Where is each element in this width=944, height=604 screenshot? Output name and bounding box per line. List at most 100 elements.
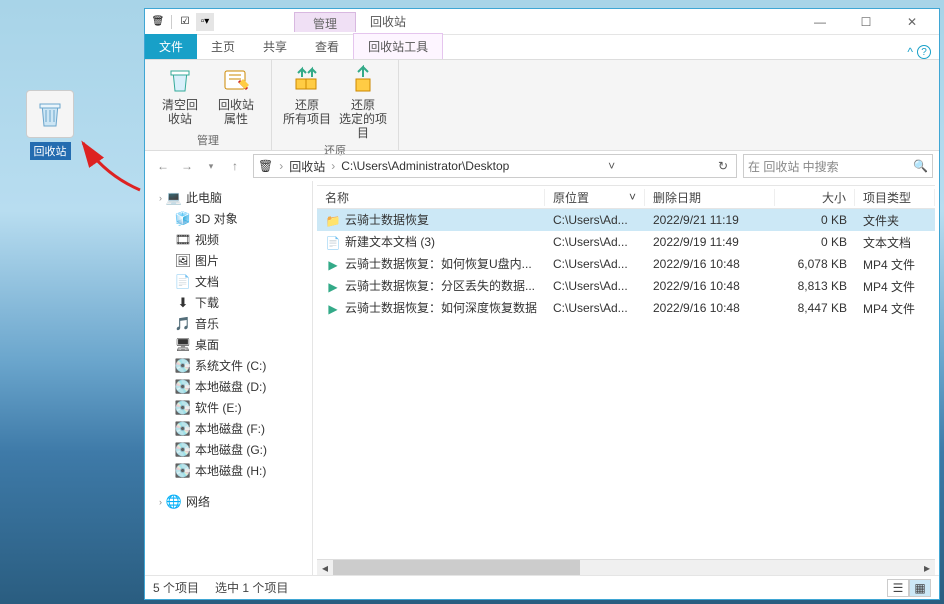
tree-node[interactable]: 🖼图片 bbox=[145, 250, 312, 271]
tree-node-label: 视频 bbox=[195, 231, 219, 248]
tree-node[interactable]: 🎞视频 bbox=[145, 229, 312, 250]
tree-node-icon: 🖥 bbox=[175, 337, 191, 353]
minimize-button[interactable]: — bbox=[797, 11, 843, 33]
refresh-button[interactable]: ↻ bbox=[714, 159, 732, 173]
table-row[interactable]: ▶云骑士数据恢复：如何深度恢复数据C:\Users\Ad...2022/9/16… bbox=[317, 297, 935, 319]
tree-node[interactable]: 📄文档 bbox=[145, 271, 312, 292]
tree-node[interactable]: ›🌐网络 bbox=[145, 491, 312, 512]
restore-all-icon bbox=[291, 64, 323, 96]
ribbon-collapse[interactable]: ^ ? bbox=[907, 45, 931, 59]
nav-tree[interactable]: ›💻此电脑🧊3D 对象🎞视频🖼图片📄文档⬇下载🎵音乐🖥桌面💽系统文件 (C:)💽… bbox=[145, 181, 313, 575]
window-title: 回收站 bbox=[370, 13, 406, 30]
col-name[interactable]: 名称 bbox=[317, 189, 545, 206]
table-row[interactable]: 📄新建文本文档 (3)C:\Users\Ad...2022/9/19 11:49… bbox=[317, 231, 935, 253]
tree-node-label: 3D 对象 bbox=[195, 210, 238, 227]
tree-node[interactable]: 🎵音乐 bbox=[145, 313, 312, 334]
tree-node-icon: 💽 bbox=[175, 421, 191, 437]
table-row[interactable]: ▶云骑士数据恢复：如何恢复U盘内...C:\Users\Ad...2022/9/… bbox=[317, 253, 935, 275]
ribbon-body: 清空回 收站 回收站 属性 管理 还原 所有项目 还原 选定的项目 bbox=[145, 59, 939, 151]
breadcrumb[interactable]: C:\Users\Administrator\Desktop bbox=[341, 159, 509, 173]
tree-node-icon: 🎞 bbox=[175, 232, 191, 248]
contextual-tab-header: 管理 bbox=[294, 12, 356, 32]
tree-node[interactable]: 💽本地磁盘 (G:) bbox=[145, 439, 312, 460]
desktop-recycle-bin[interactable]: 回收站 bbox=[20, 90, 80, 160]
close-button[interactable]: ✕ bbox=[889, 11, 935, 33]
nav-back-button[interactable]: ← bbox=[151, 154, 175, 178]
tree-node[interactable]: 🧊3D 对象 bbox=[145, 208, 312, 229]
col-size[interactable]: 大小 bbox=[775, 189, 855, 206]
tree-node[interactable]: 💽系统文件 (C:) bbox=[145, 355, 312, 376]
table-row[interactable]: ▶云骑士数据恢复：分区丢失的数据...C:\Users\Ad...2022/9/… bbox=[317, 275, 935, 297]
tree-node[interactable]: ⬇下载 bbox=[145, 292, 312, 313]
tree-node[interactable]: 💽软件 (E:) bbox=[145, 397, 312, 418]
restore-all-button[interactable]: 还原 所有项目 bbox=[282, 64, 332, 140]
annotation-arrow bbox=[75, 135, 145, 195]
tree-node-icon: 🖼 bbox=[175, 253, 191, 269]
tree-node-label: 系统文件 (C:) bbox=[195, 357, 266, 374]
qat-icon-undo[interactable]: ▫▾ bbox=[196, 13, 214, 31]
search-input[interactable]: 在 回收站 中搜索 🔍 bbox=[743, 154, 933, 178]
file-icon: ▶ bbox=[325, 257, 341, 273]
view-details-button[interactable]: ☰ bbox=[887, 579, 909, 597]
breadcrumb[interactable]: 回收站 bbox=[289, 158, 325, 175]
tree-node[interactable]: ›💻此电脑 bbox=[145, 187, 312, 208]
col-orig[interactable]: 原位置 ˅ bbox=[545, 189, 645, 206]
bin-props-button[interactable]: 回收站 属性 bbox=[211, 64, 261, 130]
ribbon-group-manage: 管理 bbox=[155, 130, 261, 150]
tab-view[interactable]: 查看 bbox=[301, 34, 353, 59]
tree-node-icon: 🌐 bbox=[166, 494, 182, 510]
empty-bin-icon bbox=[164, 64, 196, 96]
scroll-left-icon[interactable]: ◂ bbox=[317, 560, 333, 575]
tab-recycle-tools[interactable]: 回收站工具 bbox=[353, 33, 443, 59]
status-count: 5 个项目 bbox=[153, 579, 199, 596]
search-placeholder: 在 回收站 中搜索 bbox=[748, 158, 839, 175]
tree-node[interactable]: 💽本地磁盘 (F:) bbox=[145, 418, 312, 439]
col-del[interactable]: 删除日期 bbox=[645, 189, 775, 206]
scroll-right-icon[interactable]: ▸ bbox=[919, 560, 935, 575]
tree-node-icon: 📄 bbox=[175, 274, 191, 290]
maximize-button[interactable]: ☐ bbox=[843, 11, 889, 33]
tree-node-icon: 🎵 bbox=[175, 316, 191, 332]
address-bar-row: ← → ▾ ↑ 🗑 › 回收站 › C:\Users\Administrator… bbox=[145, 151, 939, 181]
tab-file[interactable]: 文件 bbox=[145, 34, 197, 59]
nav-up-button[interactable]: ↑ bbox=[223, 154, 247, 178]
tree-node-icon: 💽 bbox=[175, 400, 191, 416]
address-bar[interactable]: 🗑 › 回收站 › C:\Users\Administrator\Desktop… bbox=[253, 154, 737, 178]
col-type[interactable]: 项目类型 bbox=[855, 189, 935, 206]
address-dropdown[interactable]: ˅ bbox=[604, 159, 619, 173]
restore-selected-button[interactable]: 还原 选定的项目 bbox=[338, 64, 388, 140]
tree-node-label: 本地磁盘 (F:) bbox=[195, 420, 265, 437]
status-bar: 5 个项目 选中 1 个项目 ☰ ▦ bbox=[145, 575, 939, 599]
bin-props-icon bbox=[220, 64, 252, 96]
tab-home[interactable]: 主页 bbox=[197, 34, 249, 59]
address-icon: 🗑 bbox=[258, 159, 273, 173]
qat-icon-props[interactable]: ☑ bbox=[176, 13, 194, 31]
recycle-bin-icon bbox=[26, 90, 74, 138]
qat-icon-app[interactable]: 🗑 bbox=[149, 13, 167, 31]
file-icon: 📁 bbox=[325, 213, 341, 229]
tree-node-icon: ⬇ bbox=[175, 295, 191, 311]
tree-node-label: 图片 bbox=[195, 252, 219, 269]
nav-recent-button[interactable]: ▾ bbox=[199, 154, 223, 178]
tree-node-label: 文档 bbox=[195, 273, 219, 290]
column-headers: 名称 原位置 ˅ 删除日期 大小 项目类型 bbox=[317, 185, 935, 209]
file-icon: ▶ bbox=[325, 279, 341, 295]
tree-node-label: 本地磁盘 (G:) bbox=[195, 441, 267, 458]
tab-share[interactable]: 共享 bbox=[249, 34, 301, 59]
tree-node-label: 此电脑 bbox=[186, 189, 222, 206]
tree-node[interactable]: 💽本地磁盘 (H:) bbox=[145, 460, 312, 481]
search-icon: 🔍 bbox=[913, 159, 928, 173]
tree-node[interactable]: 🖥桌面 bbox=[145, 334, 312, 355]
view-icons-button[interactable]: ▦ bbox=[909, 579, 931, 597]
file-icon: 📄 bbox=[325, 235, 341, 251]
tree-node-label: 桌面 bbox=[195, 336, 219, 353]
file-list: 名称 原位置 ˅ 删除日期 大小 项目类型 📁云骑士数据恢复C:\Users\A… bbox=[313, 181, 939, 575]
tree-node-label: 软件 (E:) bbox=[195, 399, 242, 416]
empty-bin-button[interactable]: 清空回 收站 bbox=[155, 64, 205, 130]
nav-forward-button[interactable]: → bbox=[175, 154, 199, 178]
tree-node[interactable]: 💽本地磁盘 (D:) bbox=[145, 376, 312, 397]
restore-selected-icon bbox=[347, 64, 379, 96]
horizontal-scrollbar[interactable]: ◂ ▸ bbox=[317, 559, 935, 575]
table-row[interactable]: 📁云骑士数据恢复C:\Users\Ad...2022/9/21 11:190 K… bbox=[317, 209, 935, 231]
tree-node-icon: 🧊 bbox=[175, 211, 191, 227]
